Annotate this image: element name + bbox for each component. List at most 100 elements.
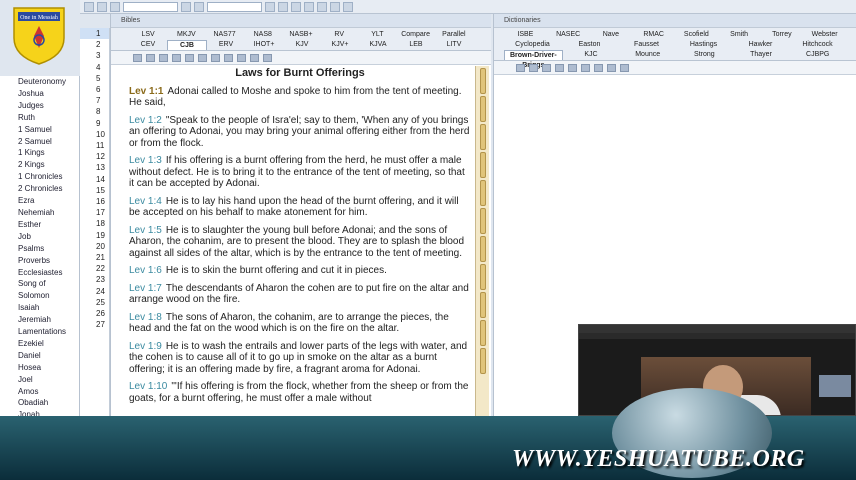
chapter-item[interactable]: 3 bbox=[80, 50, 109, 61]
tab-ylt[interactable]: YLT bbox=[358, 30, 397, 40]
grid-icon[interactable] bbox=[330, 1, 340, 12]
prev-icon[interactable] bbox=[250, 53, 259, 62]
verse-ref[interactable]: Lev 1:2 bbox=[129, 115, 162, 126]
verse-marker[interactable] bbox=[479, 180, 486, 206]
tab-kjv-[interactable]: KJV+ bbox=[321, 40, 359, 50]
tab-torrey[interactable]: Torrey bbox=[760, 30, 804, 40]
tab-rv[interactable]: RV bbox=[320, 30, 359, 40]
next-icon[interactable] bbox=[263, 53, 272, 62]
options-icon[interactable] bbox=[343, 1, 353, 12]
verse-marker[interactable] bbox=[479, 208, 486, 234]
book-item[interactable]: Jeremiah bbox=[0, 314, 79, 326]
layout-4-icon[interactable] bbox=[304, 1, 314, 12]
highlight-icon[interactable] bbox=[620, 63, 629, 72]
book-item[interactable]: 1 Kings bbox=[0, 147, 79, 159]
book-item[interactable]: 2 Kings bbox=[0, 159, 79, 171]
version-select[interactable] bbox=[207, 1, 262, 12]
verse-marker[interactable] bbox=[479, 320, 486, 346]
book-item[interactable]: Proverbs bbox=[0, 255, 79, 267]
tab-cjbpg[interactable]: CJBPG bbox=[789, 50, 847, 60]
tab-isbe[interactable]: ISBE bbox=[504, 30, 547, 40]
tab-parallel[interactable]: Parallel bbox=[434, 30, 473, 40]
chapter-item[interactable]: 10 bbox=[80, 129, 109, 140]
book-item[interactable]: Nehemiah bbox=[0, 207, 79, 219]
book-item[interactable]: Judges bbox=[0, 100, 79, 112]
layout-1-icon[interactable] bbox=[265, 1, 275, 12]
export-icon[interactable] bbox=[211, 53, 220, 62]
tab-nasec[interactable]: NASEC bbox=[546, 30, 590, 40]
search-icon[interactable] bbox=[110, 1, 120, 12]
tab-kjv[interactable]: KJV bbox=[283, 40, 321, 50]
tab-nasb-[interactable]: NASB+ bbox=[281, 30, 321, 40]
forward-icon[interactable] bbox=[97, 1, 107, 12]
zoom-icon[interactable] bbox=[594, 63, 603, 72]
chapter-item[interactable]: 13 bbox=[80, 162, 109, 173]
tab-cyclopedia[interactable]: Cyclopedia bbox=[504, 40, 561, 50]
tab-rmac[interactable]: RMAC bbox=[632, 30, 675, 40]
tab-mkjv[interactable]: MKJV bbox=[167, 30, 206, 40]
verse-markers-bar[interactable] bbox=[475, 66, 489, 420]
book-item[interactable]: Jonah bbox=[0, 409, 79, 416]
book-item[interactable]: Ezra bbox=[0, 195, 79, 207]
verse-ref[interactable]: Lev 1:6 bbox=[129, 265, 162, 276]
tab-thayer[interactable]: Thayer bbox=[732, 50, 790, 60]
verse-marker[interactable] bbox=[479, 348, 486, 374]
reference-select[interactable] bbox=[123, 1, 178, 12]
tab-ihot-[interactable]: IHOT+ bbox=[245, 40, 283, 50]
verse-ref[interactable]: Lev 1:10 bbox=[129, 381, 167, 392]
verse-ref[interactable]: Lev 1:4 bbox=[129, 196, 162, 207]
chapter-item[interactable]: 16 bbox=[80, 196, 109, 207]
chapter-item[interactable]: 5 bbox=[80, 73, 109, 84]
verse-marker[interactable] bbox=[479, 68, 486, 94]
chapter-item[interactable]: 26 bbox=[80, 308, 109, 319]
tab-compare[interactable]: Compare bbox=[396, 30, 435, 40]
layout-5-icon[interactable] bbox=[317, 1, 327, 12]
layout-2-icon[interactable] bbox=[278, 1, 288, 12]
layout-3-icon[interactable] bbox=[291, 1, 301, 12]
chapter-item[interactable]: 18 bbox=[80, 218, 109, 229]
history-icon[interactable] bbox=[194, 1, 204, 12]
book-item[interactable]: Song of Solomon bbox=[0, 278, 79, 302]
back-icon[interactable] bbox=[516, 63, 525, 72]
book-item[interactable]: Obadiah bbox=[0, 397, 79, 409]
book-item[interactable]: Ezekiel bbox=[0, 338, 79, 350]
print-icon[interactable] bbox=[568, 63, 577, 72]
list-icon[interactable] bbox=[237, 53, 246, 62]
book-item[interactable]: Hosea bbox=[0, 362, 79, 374]
tab-fausset[interactable]: Fausset bbox=[618, 40, 675, 50]
verse-ref[interactable]: Lev 1:5 bbox=[129, 225, 162, 236]
tab-nas77[interactable]: NAS77 bbox=[205, 30, 244, 40]
tab-hawker[interactable]: Hawker bbox=[732, 40, 789, 50]
font-icon[interactable] bbox=[159, 53, 168, 62]
edit-icon[interactable] bbox=[581, 63, 590, 72]
back-icon[interactable] bbox=[84, 1, 94, 12]
notes-icon[interactable] bbox=[198, 53, 207, 62]
tab-lsv[interactable]: LSV bbox=[129, 30, 168, 40]
tab-cjb[interactable]: CJB bbox=[167, 40, 207, 50]
chapter-item[interactable]: 2 bbox=[80, 39, 109, 50]
verse-marker[interactable] bbox=[479, 152, 486, 178]
book-item[interactable]: Psalms bbox=[0, 243, 79, 255]
tab-cev[interactable]: CEV bbox=[129, 40, 167, 50]
tab-hitchcock[interactable]: Hitchcock bbox=[789, 40, 846, 50]
chapter-item[interactable]: 23 bbox=[80, 274, 109, 285]
tab-nave[interactable]: Nave bbox=[589, 30, 633, 40]
tab-litv[interactable]: LITV bbox=[435, 40, 473, 50]
tab-nas8[interactable]: NAS8 bbox=[243, 30, 282, 40]
book-item[interactable]: 1 Chronicles bbox=[0, 171, 79, 183]
tab-kjva[interactable]: KJVA bbox=[359, 40, 397, 50]
book-item[interactable]: Esther bbox=[0, 219, 79, 231]
copy-icon[interactable] bbox=[555, 63, 564, 72]
book-item[interactable]: Joshua bbox=[0, 88, 79, 100]
tab-easton[interactable]: Easton bbox=[561, 40, 618, 50]
tab-brown-driver-briggs[interactable]: Brown-Driver-Briggs bbox=[504, 50, 563, 69]
copy-icon[interactable] bbox=[146, 53, 155, 62]
chapter-item[interactable]: 14 bbox=[80, 174, 109, 185]
chapter-item[interactable]: 11 bbox=[80, 140, 109, 151]
chapter-item[interactable]: 24 bbox=[80, 286, 109, 297]
verse-ref[interactable]: Lev 1:8 bbox=[129, 312, 162, 323]
verse-ref[interactable]: Lev 1:7 bbox=[129, 283, 162, 294]
bookmark-icon[interactable] bbox=[133, 53, 142, 62]
tab-webster[interactable]: Webster bbox=[803, 30, 846, 40]
chapter-item[interactable]: 21 bbox=[80, 252, 109, 263]
